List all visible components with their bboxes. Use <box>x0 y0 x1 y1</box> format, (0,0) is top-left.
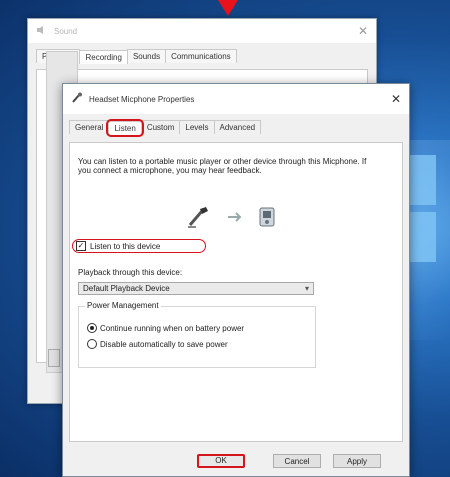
sound-tabs: Playback Recording Sounds Communications <box>28 43 376 64</box>
arrow-right-icon <box>228 212 242 222</box>
listen-checkbox[interactable]: ✓ <box>76 241 86 251</box>
dialog-titlebar: Headset Micphone Properties ✕ <box>63 84 409 114</box>
apply-button[interactable]: Apply <box>333 454 381 468</box>
tab-levels[interactable]: Levels <box>179 120 215 134</box>
tab-listen[interactable]: Listen <box>106 119 144 137</box>
radio-continue-running[interactable] <box>87 323 97 333</box>
microphone-icon <box>188 207 208 228</box>
playback-device-value: Default Playback Device <box>83 284 170 293</box>
media-player-icon <box>259 207 275 227</box>
radio-disable-label: Disable automatically to save power <box>100 339 228 349</box>
listen-to-device-row[interactable]: ✓ Listen to this device <box>72 239 206 253</box>
sound-titlebar: Sound ✕ <box>28 19 376 43</box>
listen-pane: You can listen to a portable music playe… <box>69 142 403 442</box>
radio-continue-label: Continue running when on battery power <box>100 323 245 333</box>
power-management-group: Power Management Continue running when o… <box>78 301 316 368</box>
chevron-down-icon: ▾ <box>304 284 309 293</box>
ok-button[interactable]: OK <box>197 454 245 468</box>
tab-communications[interactable]: Communications <box>165 49 237 63</box>
close-icon[interactable]: ✕ <box>358 24 368 38</box>
playback-label: Playback through this device: <box>78 268 183 277</box>
dialog-tabs: General Listen Custom Levels Advanced <box>63 114 409 137</box>
close-icon[interactable]: ✕ <box>391 92 401 106</box>
tab-sounds[interactable]: Sounds <box>126 49 167 63</box>
microphone-icon <box>71 92 83 106</box>
radio-disable-row[interactable]: Disable automatically to save power <box>87 339 228 349</box>
listen-description: You can listen to a portable music playe… <box>78 157 367 175</box>
speaker-icon <box>36 25 48 37</box>
properties-dialog: Headset Micphone Properties ✕ General Li… <box>62 83 410 477</box>
tab-advanced[interactable]: Advanced <box>213 120 262 134</box>
sound-window-title: Sound <box>54 26 78 36</box>
listen-checkbox-label: Listen to this device <box>90 241 161 251</box>
power-management-label: Power Management <box>85 301 161 310</box>
cancel-button[interactable]: Cancel <box>273 454 321 468</box>
radio-disable-automatically[interactable] <box>87 339 97 349</box>
configure-button[interactable] <box>48 349 60 367</box>
tab-general[interactable]: General <box>69 120 110 134</box>
dialog-title: Headset Micphone Properties <box>89 94 195 104</box>
playback-device-select[interactable]: Default Playback Device ▾ <box>78 282 314 295</box>
radio-continue-row[interactable]: Continue running when on battery power <box>87 323 244 333</box>
device-flow-illustration <box>188 207 275 228</box>
tab-recording[interactable]: Recording <box>79 50 128 64</box>
red-pointer-arrow <box>218 0 238 16</box>
tab-custom[interactable]: Custom <box>140 120 181 134</box>
